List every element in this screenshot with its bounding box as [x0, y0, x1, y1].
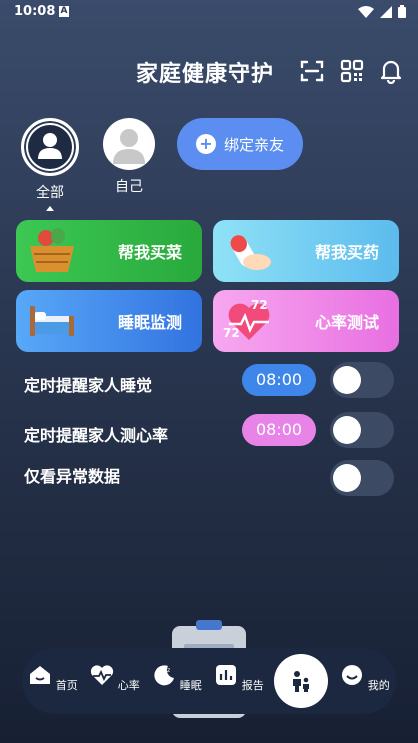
buy-medicine-card[interactable]: 帮我买药 [213, 220, 399, 282]
heart-value-badge: 72 [251, 298, 268, 312]
signal-icon [380, 5, 392, 18]
avatar [103, 118, 155, 170]
svg-text:z: z [167, 667, 170, 674]
profile-icon [342, 665, 363, 685]
person-icon [113, 129, 145, 164]
tab-label: 我的 [367, 679, 390, 692]
avatar [21, 118, 79, 176]
heart-reminder-time[interactable]: 08:00 [242, 414, 316, 446]
heart-reminder-label: 定时提醒家人测心率 [24, 426, 169, 445]
sleep-monitor-card[interactable]: 睡眠监测 [16, 290, 202, 352]
tab-label: 首页 [55, 679, 78, 692]
sleep-reminder-toggle[interactable] [330, 362, 394, 398]
system-icons [358, 5, 406, 18]
member-label: 全部 [36, 185, 64, 201]
page-title: 家庭健康守护 [136, 62, 275, 87]
tab-heart-rate[interactable]: 心率 [90, 664, 140, 693]
toggle-knob [333, 366, 361, 394]
tab-family[interactable] [274, 654, 328, 708]
abnormal-only-label: 仅看异常数据 [24, 467, 121, 486]
scan-icon[interactable] [299, 58, 325, 84]
tab-home[interactable]: 首页 [28, 664, 78, 693]
tab-label: 报告 [241, 679, 264, 692]
bottom-tab-bar: 首页 心率 z 睡眠 报告 我的 [22, 648, 396, 714]
toggle-knob [333, 464, 361, 492]
family-icon [293, 671, 309, 692]
selected-caret-icon [46, 206, 54, 211]
bell-icon[interactable] [378, 58, 404, 84]
heart-reminder-toggle[interactable] [330, 412, 394, 448]
wifi-icon [358, 5, 374, 18]
plus-icon: + [195, 134, 216, 154]
person-icon [38, 133, 62, 159]
home-icon [30, 666, 51, 684]
tab-label: 睡眠 [179, 679, 202, 692]
status-time: 10:08 [14, 4, 56, 19]
battery-icon [398, 5, 406, 18]
heart-value-badge: 72 [223, 326, 240, 340]
sleep-reminder-label: 定时提醒家人睡觉 [24, 376, 153, 395]
card-label: 帮我买药 [314, 243, 379, 262]
status-bar: 10:08 A [0, 0, 418, 24]
toggle-knob [333, 416, 361, 444]
buy-groceries-card[interactable]: 帮我买菜 [16, 220, 202, 282]
tab-label: 心率 [117, 679, 140, 692]
bind-relative-button[interactable]: + 绑定亲友 [177, 118, 303, 170]
qr-code-icon[interactable] [339, 58, 365, 84]
sleep-moon-icon: z [154, 665, 175, 686]
tab-sleep[interactable]: z 睡眠 [152, 664, 202, 693]
tab-report[interactable]: 报告 [214, 664, 264, 693]
member-all[interactable]: 全部 [20, 118, 80, 211]
bed-icon [30, 306, 74, 336]
member-self[interactable]: 自己 [99, 118, 159, 196]
member-label: 自己 [115, 179, 143, 195]
card-label: 睡眠监测 [117, 313, 182, 332]
medicine-pill-icon [230, 235, 271, 270]
report-chart-icon [216, 665, 237, 685]
bind-button-label: 绑定亲友 [223, 135, 284, 154]
sleep-reminder-time[interactable]: 08:00 [242, 364, 316, 396]
card-label: 帮我买菜 [117, 243, 182, 262]
heart-rate-test-card[interactable]: 72 72 心率测试 [213, 290, 399, 352]
heart-rate-icon [91, 665, 114, 685]
notification-a-icon: A [59, 6, 69, 17]
tab-profile[interactable]: 我的 [340, 664, 390, 693]
abnormal-only-toggle[interactable] [330, 460, 394, 496]
vegetable-basket-icon [30, 228, 74, 272]
card-label: 心率测试 [314, 313, 379, 332]
